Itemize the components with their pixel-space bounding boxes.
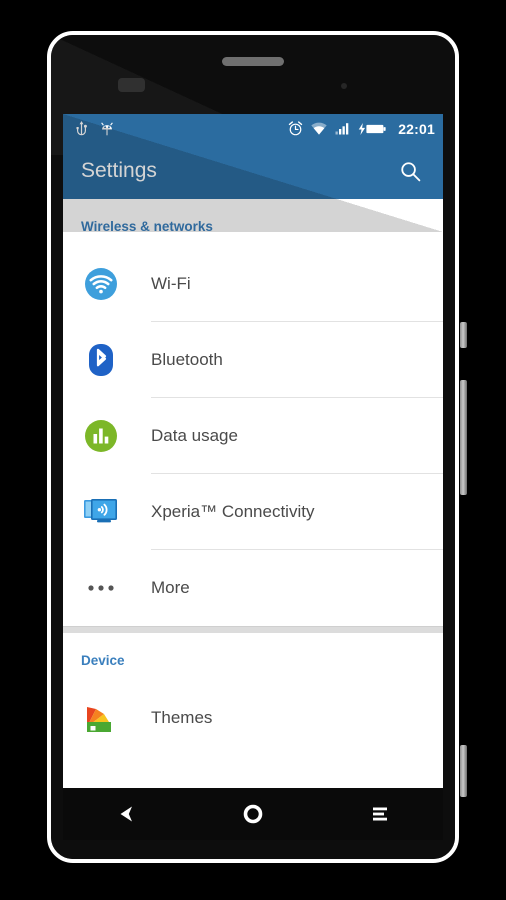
section-header-device: Device	[81, 653, 125, 668]
settings-item-data-usage[interactable]: Data usage	[63, 398, 443, 474]
usb-icon	[75, 120, 88, 137]
home-key[interactable]	[225, 794, 281, 834]
themes-icon	[81, 698, 121, 738]
battery-charging-icon	[358, 122, 386, 136]
section-separator	[63, 626, 443, 633]
settings-item-label: Themes	[151, 708, 213, 727]
cellular-signal-icon	[335, 122, 350, 135]
settings-item-xperia-connectivity[interactable]: Xperia™ Connectivity	[63, 474, 443, 550]
power-button[interactable]	[460, 322, 467, 348]
phone-bezel: 22:01 Settings Wireless & networks Wi-Fi…	[51, 35, 455, 859]
status-bar-clock: 22:01	[398, 120, 435, 137]
front-camera-icon	[118, 78, 145, 92]
section-header-wireless: Wireless & networks	[81, 219, 213, 234]
volume-rocker[interactable]	[460, 380, 467, 495]
developer-mode-icon	[100, 121, 114, 137]
camera-key[interactable]	[460, 745, 467, 797]
search-icon[interactable]	[393, 154, 427, 188]
proximity-sensor-icon	[341, 83, 347, 89]
settings-item-themes[interactable]: Themes	[63, 680, 443, 756]
cast-icon	[81, 492, 121, 532]
settings-item-label: Wi-Fi	[151, 274, 191, 293]
page-title: Settings	[81, 159, 157, 182]
settings-list[interactable]: Wireless & networks Wi-Fi Bluetooth Data…	[63, 199, 443, 788]
settings-item-label: Data usage	[151, 426, 238, 445]
action-bar: Settings	[63, 143, 443, 199]
wifi-icon	[81, 264, 121, 304]
alarm-clock-icon	[288, 121, 303, 136]
earpiece-speaker	[222, 57, 284, 66]
settings-item-label: Xperia™ Connectivity	[151, 502, 315, 521]
settings-item-label: More	[151, 578, 190, 597]
status-bar-right-icons: 22:01	[288, 121, 435, 137]
wifi-signal-icon	[311, 122, 327, 135]
phone-device-frame: 22:01 Settings Wireless & networks Wi-Fi…	[47, 31, 467, 863]
phone-screen: 22:01 Settings Wireless & networks Wi-Fi…	[63, 114, 443, 788]
settings-item-more[interactable]: More	[63, 550, 443, 626]
bluetooth-icon	[81, 340, 121, 380]
more-icon	[81, 568, 121, 608]
settings-item-bluetooth[interactable]: Bluetooth	[63, 322, 443, 398]
settings-item-label: Bluetooth	[151, 350, 223, 369]
status-bar-left-icons	[75, 120, 114, 137]
status-bar[interactable]: 22:01	[63, 114, 443, 143]
data-usage-icon	[81, 416, 121, 456]
recents-key[interactable]	[352, 794, 408, 834]
navigation-bar	[63, 788, 443, 840]
back-key[interactable]	[98, 794, 154, 834]
settings-item-wifi[interactable]: Wi-Fi	[63, 246, 443, 322]
